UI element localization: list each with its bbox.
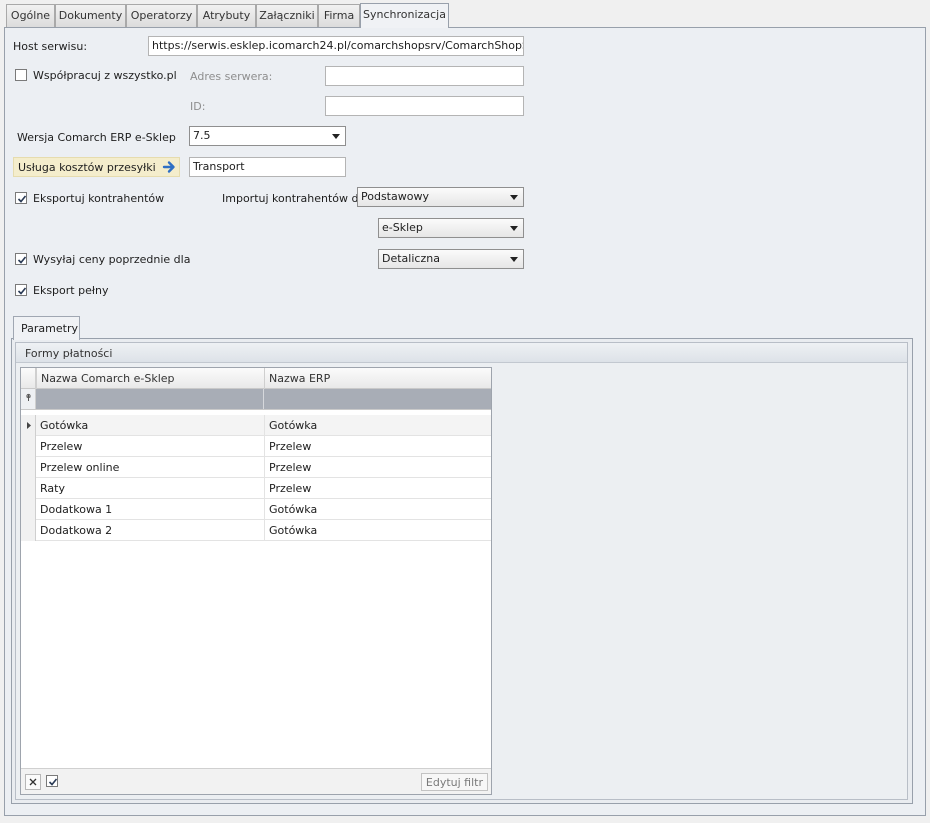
- grid-header: Nazwa Comarch e-Sklep Nazwa ERP: [21, 368, 491, 389]
- send-prices-label: Wysyłaj ceny poprzednie dla: [33, 253, 191, 266]
- cell-eshop-name[interactable]: Dodatkowa 1: [36, 499, 264, 520]
- tab-synchronizacja[interactable]: Synchronizacja: [360, 3, 449, 28]
- group-title: Formy płatności: [16, 343, 907, 363]
- table-row[interactable]: Dodatkowa 2 Gotówka: [21, 520, 491, 541]
- check-icon: [17, 287, 27, 295]
- id-input[interactable]: [325, 96, 524, 116]
- cell-erp-name[interactable]: Przelew: [264, 436, 492, 457]
- send-prices-checkbox[interactable]: [15, 253, 27, 265]
- tab-ogolne[interactable]: Ogólne: [6, 4, 55, 27]
- cell-eshop-name[interactable]: Przelew online: [36, 457, 264, 478]
- cooperate-checkbox[interactable]: [15, 69, 27, 81]
- chevron-down-icon: [332, 134, 340, 139]
- row-indicator[interactable]: [21, 499, 36, 520]
- import-contractors-label: Importuj kontrahentów do:: [222, 192, 369, 205]
- chevron-down-icon: [510, 195, 518, 200]
- full-export-checkbox[interactable]: [15, 284, 27, 296]
- clear-filter-button[interactable]: [25, 774, 41, 790]
- shipping-label-box: Usługa kosztów przesyłki: [13, 157, 180, 177]
- filter-row[interactable]: [21, 389, 491, 410]
- tab-atrybuty[interactable]: Atrybuty: [197, 4, 256, 27]
- arrow-right-icon[interactable]: [162, 159, 178, 175]
- row-indicator[interactable]: [21, 457, 36, 478]
- filter-enabled-checkbox[interactable]: [46, 775, 58, 787]
- cell-eshop-name[interactable]: Gotówka: [36, 415, 264, 436]
- price-select[interactable]: Detaliczna: [378, 249, 524, 269]
- payment-forms-grid: Nazwa Comarch e-Sklep Nazwa ERP Gotówka G…: [20, 367, 492, 795]
- cell-eshop-name[interactable]: Raty: [36, 478, 264, 499]
- version-select[interactable]: 7.5: [189, 126, 346, 146]
- tab-dokumenty[interactable]: Dokumenty: [55, 4, 126, 27]
- check-icon: [17, 195, 27, 203]
- row-indicator[interactable]: [21, 478, 36, 499]
- server-address-input[interactable]: [325, 66, 524, 86]
- server-address-label: Adres serwera:: [190, 70, 273, 83]
- version-label: Wersja Comarch ERP e-Sklep: [17, 131, 176, 144]
- cell-erp-name[interactable]: Gotówka: [264, 415, 492, 436]
- eshop-select[interactable]: e-Sklep: [378, 218, 524, 238]
- row-indicator-icon[interactable]: [21, 415, 36, 436]
- column-header-eshop[interactable]: Nazwa Comarch e-Sklep: [36, 368, 264, 389]
- cell-erp-name[interactable]: Gotówka: [264, 499, 492, 520]
- shipping-input[interactable]: Transport: [189, 157, 346, 177]
- row-indicator[interactable]: [21, 436, 36, 457]
- table-row[interactable]: Przelew online Przelew: [21, 457, 491, 478]
- tab-firma[interactable]: Firma: [318, 4, 360, 27]
- cooperate-label: Współpracuj z wszystko.pl: [33, 69, 177, 82]
- edit-filter-button[interactable]: Edytuj filtr: [420, 773, 488, 791]
- close-icon: [29, 778, 37, 786]
- import-contractors-select[interactable]: Podstawowy: [357, 187, 524, 207]
- cell-erp-name[interactable]: Przelew: [264, 478, 492, 499]
- host-input[interactable]: https://serwis.esklep.icomarch24.pl/coma…: [148, 36, 524, 56]
- table-row[interactable]: Dodatkowa 1 Gotówka: [21, 499, 491, 520]
- chevron-down-icon: [510, 257, 518, 262]
- filter-icon: [21, 389, 36, 409]
- table-row[interactable]: Gotówka Gotówka: [21, 415, 491, 436]
- tab-zalaczniki[interactable]: Załączniki: [256, 4, 318, 27]
- host-label: Host serwisu:: [13, 40, 88, 53]
- column-header-erp[interactable]: Nazwa ERP: [264, 368, 492, 389]
- table-row[interactable]: Raty Przelew: [21, 478, 491, 499]
- header-indicator: [21, 368, 36, 389]
- tab-operatorzy[interactable]: Operatorzy: [126, 4, 197, 27]
- cell-erp-name[interactable]: Przelew: [264, 457, 492, 478]
- cell-erp-name[interactable]: Gotówka: [264, 520, 492, 541]
- table-row[interactable]: Przelew Przelew: [21, 436, 491, 457]
- cell-eshop-name[interactable]: Przelew: [36, 436, 264, 457]
- cell-eshop-name[interactable]: Dodatkowa 2: [36, 520, 264, 541]
- grid-footer: Edytuj filtr: [21, 768, 491, 794]
- chevron-down-icon: [510, 226, 518, 231]
- id-label: ID:: [190, 100, 206, 113]
- full-export-label: Eksport pełny: [33, 284, 109, 297]
- row-indicator[interactable]: [21, 520, 36, 541]
- shipping-label: Usługa kosztów przesyłki: [18, 161, 156, 174]
- tab-parametry[interactable]: Parametry: [13, 316, 80, 340]
- check-icon: [48, 778, 58, 786]
- export-contractors-checkbox[interactable]: [15, 192, 27, 204]
- export-contractors-label: Eksportuj kontrahentów: [33, 192, 165, 205]
- check-icon: [17, 256, 27, 264]
